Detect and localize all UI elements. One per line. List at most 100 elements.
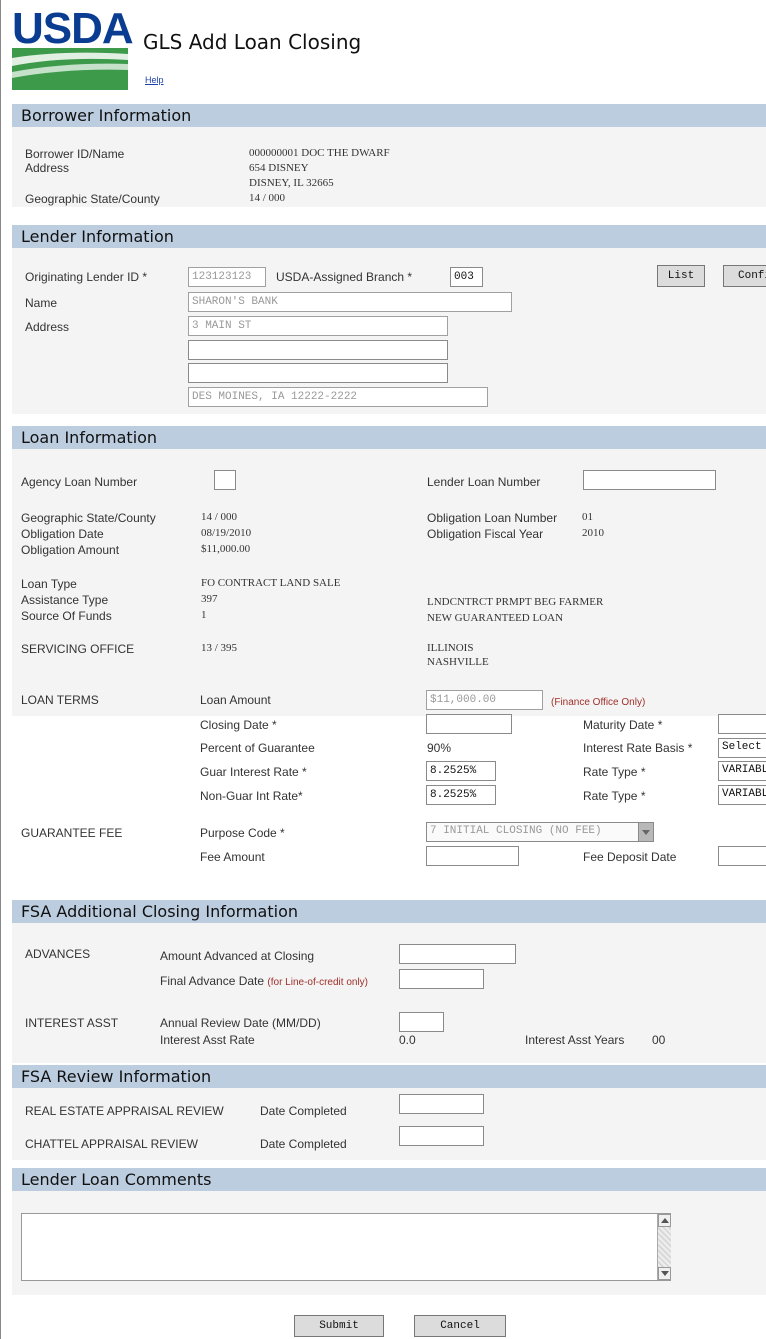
fee-deposit-input[interactable] (718, 846, 766, 866)
section-title: FSA Review Information (21, 1067, 212, 1086)
obligation-amount-value: $11,000.00 (201, 543, 251, 555)
originating-lender-label: Originating Lender ID * (25, 270, 148, 284)
interest-basis-select[interactable]: Select (718, 738, 766, 758)
section-title: Loan Information (21, 428, 158, 447)
rate-type-label-1: Rate Type * (583, 765, 646, 779)
lender-address-line1-input[interactable] (188, 316, 448, 336)
rate-type-label-2: Rate Type * (583, 789, 646, 803)
interest-asst-rate-value: 0.0 (399, 1033, 416, 1047)
annual-review-input[interactable] (399, 1012, 444, 1032)
source-funds-desc: NEW GUARANTEED LOAN (427, 612, 564, 624)
loan-amount-label: Loan Amount (200, 693, 271, 707)
loan-type-value: FO CONTRACT LAND SALE (201, 577, 341, 589)
section-title: FSA Additional Closing Information (21, 902, 298, 921)
loan-terms-label: LOAN TERMS (21, 693, 99, 707)
borrower-geo-label: Geographic State/County (25, 192, 160, 206)
purpose-code-select[interactable]: 7 INITIAL CLOSING (NO FEE) (426, 822, 654, 842)
obligation-loan-number-value: 01 (582, 511, 593, 523)
list-button[interactable]: List (657, 265, 705, 287)
purpose-code-label: Purpose Code * (200, 826, 285, 840)
obligation-date-label: Obligation Date (21, 527, 104, 541)
page-title: GLS Add Loan Closing (143, 30, 362, 54)
fee-deposit-label: Fee Deposit Date (583, 850, 677, 864)
chevron-down-icon[interactable] (638, 823, 653, 841)
borrower-id-value: 000000001 DOC THE DWARF (249, 147, 390, 159)
selected-value: 7 INITIAL CLOSING (NO FEE) (430, 825, 602, 837)
section-loan-header: Loan Information (12, 426, 766, 449)
final-advance-input[interactable] (399, 969, 484, 989)
borrower-address-line1: 654 DISNEY (249, 162, 309, 174)
amount-advanced-input[interactable] (399, 944, 516, 964)
servicing-office-label: SERVICING OFFICE (21, 642, 135, 656)
interest-basis-label: Interest Rate Basis * (583, 741, 693, 755)
lender-comments-textarea[interactable] (21, 1213, 671, 1281)
assistance-type-code: 397 (201, 593, 218, 605)
branch-label: USDA-Assigned Branch * (276, 270, 413, 284)
chattel-date-label: Date Completed (260, 1137, 347, 1151)
comments-scrollbar[interactable] (657, 1214, 671, 1280)
loan-amount-input[interactable] (426, 690, 543, 710)
lender-city-input[interactable] (188, 387, 488, 407)
advances-label: ADVANCES (25, 947, 91, 961)
lender-loan-input[interactable] (583, 470, 716, 490)
amount-advanced-label: Amount Advanced at Closing (160, 949, 315, 963)
confirm-button[interactable]: Confirm (723, 265, 766, 287)
usda-logo-swoosh (12, 48, 128, 90)
selected-value: Select (722, 741, 762, 753)
lender-name-input[interactable] (188, 292, 512, 312)
borrower-address-label: Address (25, 161, 70, 175)
section-borrower-header: Borrower Information (12, 104, 766, 127)
interest-asst-label: INTEREST ASST (25, 1016, 119, 1030)
loan-geo-label: Geographic State/County (21, 511, 156, 525)
servicing-office-state: ILLINOIS (427, 642, 474, 654)
guar-rate-input[interactable] (426, 761, 496, 781)
obligation-loan-number-label: Obligation Loan Number (427, 511, 558, 525)
obligation-fiscal-year-value: 2010 (582, 527, 604, 539)
page: USDA GLS Add Loan Closing Help Borrower … (0, 0, 766, 1339)
selected-value: VARIABLE (722, 788, 766, 800)
finance-office-note: (Finance Office Only) (551, 697, 646, 708)
lender-address-line2-input[interactable] (188, 340, 448, 360)
section-comments-header: Lender Loan Comments (12, 1168, 766, 1191)
submit-button[interactable]: Submit (294, 1315, 384, 1337)
usda-logo: USDA (12, 4, 134, 90)
section-title: Lender Information (21, 227, 174, 246)
usda-logo-text: USDA (12, 4, 134, 53)
section-fsa-closing-header: FSA Additional Closing Information (12, 900, 766, 923)
lender-name-label: Name (25, 296, 58, 310)
maturity-date-input[interactable] (718, 714, 766, 734)
cancel-button[interactable]: Cancel (414, 1315, 506, 1337)
scroll-down-icon[interactable] (658, 1267, 671, 1280)
agency-loan-input[interactable] (214, 470, 236, 490)
lender-address-line3-input[interactable] (188, 363, 448, 383)
obligation-date-value: 08/19/2010 (201, 527, 252, 539)
lender-loan-label: Lender Loan Number (427, 475, 541, 489)
branch-input[interactable] (450, 267, 483, 287)
section-title: Borrower Information (21, 106, 192, 125)
closing-date-input[interactable] (426, 714, 512, 734)
help-link[interactable]: Help (145, 75, 164, 85)
rate-type-select-2[interactable]: VARIABLE (718, 785, 766, 805)
borrower-id-label: Borrower ID/Name (25, 147, 125, 161)
servicing-office-city: NASHVILLE (427, 656, 489, 668)
fee-amount-label: Fee Amount (200, 850, 265, 864)
chattel-review-label: CHATTEL APPRAISAL REVIEW (25, 1137, 198, 1151)
section-fsa-review-header: FSA Review Information (12, 1065, 766, 1088)
chattel-date-input[interactable] (399, 1126, 484, 1146)
nonguar-rate-input[interactable] (426, 785, 496, 805)
rate-type-select-1[interactable]: VARIABLE (718, 761, 766, 781)
interest-asst-rate-label: Interest Asst Rate (160, 1033, 255, 1047)
interest-asst-years-label: Interest Asst Years (525, 1033, 625, 1047)
interest-asst-years-value: 00 (652, 1033, 666, 1047)
assistance-type-desc: LNDCNTRCT PRMPT BEG FARMER (427, 596, 604, 608)
fee-amount-input[interactable] (426, 846, 519, 866)
originating-lender-input[interactable] (188, 267, 266, 287)
lender-address-label: Address (25, 320, 70, 334)
borrower-geo-value: 14 / 000 (249, 192, 286, 204)
servicing-office-code: 13 / 395 (201, 642, 238, 654)
scroll-up-icon[interactable] (658, 1214, 671, 1227)
final-advance-label-text: Final Advance Date (160, 974, 265, 988)
closing-date-label: Closing Date * (200, 718, 277, 732)
line-of-credit-note: (for Line-of-credit only) (267, 977, 368, 988)
real-estate-date-input[interactable] (399, 1094, 484, 1114)
